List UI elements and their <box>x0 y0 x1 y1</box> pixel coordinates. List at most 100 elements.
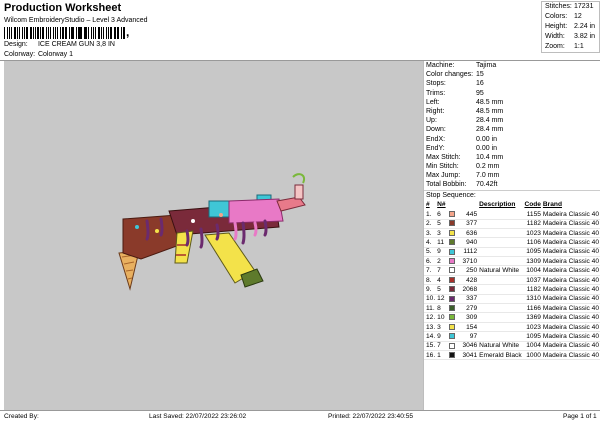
color-swatch-chip <box>448 304 455 311</box>
barcode-bar <box>105 27 108 39</box>
barcode-bar <box>24 27 25 39</box>
barcode-bar <box>32 27 34 39</box>
color-swatch <box>447 247 457 258</box>
stop-number: 1. <box>424 209 437 220</box>
stop-number: 7. <box>424 265 437 276</box>
stop-number: 8. <box>424 275 437 286</box>
barcode-bar <box>17 27 18 39</box>
color-swatch-chip <box>448 286 455 293</box>
stat-height: Height: 2.24 in <box>545 23 596 30</box>
barcode-bar <box>46 27 47 39</box>
colorway-name: Colorway 1 <box>37 51 73 58</box>
color-swatch-chip <box>448 248 455 255</box>
thread-description <box>478 303 523 314</box>
embroidery-design-image <box>118 173 306 291</box>
barcode-bar <box>47 27 49 39</box>
stop-number: 4. <box>424 237 437 248</box>
info-down: Down: 28.4 mm <box>426 126 504 134</box>
thread-code: 1309 <box>523 256 542 267</box>
thread-description <box>478 228 523 239</box>
thread-description <box>478 209 523 220</box>
thread-description <box>478 237 523 248</box>
thread-code: 1004 <box>523 265 542 276</box>
thread-description <box>478 275 523 286</box>
needle-number: 10 <box>436 312 448 323</box>
color-swatch <box>447 209 457 220</box>
thread-brand: Madeira Classic 40 <box>541 247 600 258</box>
info-endx: EndX: 0.00 in <box>426 135 498 143</box>
thread-code: 1000 <box>523 350 542 361</box>
stop-sequence-row: 12. 10 309 1369 Madeira Classic 40 <box>424 312 600 323</box>
thread-code: 1095 <box>523 331 542 342</box>
color-swatch <box>447 219 457 229</box>
barcode-bar <box>57 27 59 39</box>
info-left: Left: 48.5 mm <box>426 98 504 106</box>
stop-number: 16. <box>424 350 437 361</box>
needle-number: 7 <box>436 341 448 352</box>
barcode-bar <box>11 27 12 39</box>
thread-brand: Madeira Classic 40 <box>541 322 600 333</box>
stop-sequence-row: 13. 3 154 1023 Madeira Classic 40 <box>424 322 600 333</box>
needle-number: 6 <box>436 209 448 220</box>
barcode-bar <box>22 27 24 39</box>
needle-number: 8 <box>436 303 448 314</box>
design-row: Design: ICE CREAM GUN 3,8 IN <box>4 41 115 48</box>
col-brand: Brand <box>542 201 562 209</box>
info-color-changes: Color changes: 15 <box>426 71 484 79</box>
thread-description <box>478 247 523 258</box>
needle-number: 12 <box>436 294 448 305</box>
stop-number: 15. <box>424 341 437 352</box>
color-swatch <box>447 237 457 248</box>
thread-brand: Madeira Classic 40 <box>541 303 600 314</box>
stop-number: 10. <box>424 294 437 305</box>
color-swatch <box>447 265 457 276</box>
barcode-bar <box>95 27 96 39</box>
barcode-bar <box>18 27 21 39</box>
color-swatch <box>447 294 457 305</box>
thread-description <box>478 294 523 305</box>
info-up: Up: 28.4 mm <box>426 117 504 125</box>
barcode-bar <box>79 27 82 39</box>
info-max-stitch: Max Stitch: 10.4 mm <box>426 153 504 161</box>
thread-brand: Madeira Classic 40 <box>541 350 600 361</box>
color-swatch-chip <box>448 295 455 302</box>
design-preview-canvas <box>4 61 423 410</box>
stitch-count: 428 <box>456 275 479 286</box>
thread-brand: Madeira Classic 40 <box>541 331 600 342</box>
stitch-count: 940 <box>456 237 479 248</box>
stop-sequence-row: 3. 3 636 1023 Madeira Classic 40 <box>424 228 600 239</box>
barcode-bar <box>68 27 70 39</box>
machine-info-panel: Machine: Tajima Color changes: 15 Stops: 16… <box>423 61 600 410</box>
barcode-bar <box>102 27 104 39</box>
stop-sequence-row: 15. 7 3046 Natural White 1004 Madeira Classic… <box>424 341 600 352</box>
thread-code: 1369 <box>523 312 542 323</box>
color-swatch-chip <box>448 229 455 236</box>
thread-brand: Madeira Classic 40 <box>541 209 600 220</box>
footer-divider <box>0 410 600 411</box>
barcode-bar <box>4 27 5 39</box>
barcode-bar <box>85 27 88 39</box>
stop-sequence-table: # N# Description Code Brand 1. 6 445 1155 Ma… <box>424 200 600 361</box>
stitch-count: 3041 <box>456 350 479 361</box>
stitch-count: 3710 <box>456 256 479 267</box>
stop-number: 2. <box>424 219 437 229</box>
stitch-count: 1112 <box>456 247 479 258</box>
barcode-bar <box>6 27 9 39</box>
stitch-count: 337 <box>456 294 479 305</box>
stop-sequence-row: 14. 9 97 1095 Madeira Classic 40 <box>424 331 600 342</box>
barcode-bar <box>26 27 28 39</box>
barcode-bar <box>34 27 36 39</box>
color-swatch-chip <box>448 239 455 246</box>
stitch-count: 279 <box>456 303 479 314</box>
barcode-bar <box>37 27 39 39</box>
needle-number: 9 <box>436 247 448 258</box>
color-swatch <box>447 331 457 342</box>
thread-brand: Madeira Classic 40 <box>541 341 600 352</box>
stop-sequence-row: 4. 11 940 1106 Madeira Classic 40 <box>424 237 600 248</box>
thread-code: 1182 <box>523 284 542 295</box>
color-swatch <box>447 284 457 295</box>
thread-brand: Madeira Classic 40 <box>541 294 600 305</box>
thread-description <box>478 284 523 295</box>
color-swatch-chip <box>448 314 455 321</box>
stop-sequence-row: 2. 5 377 1182 Madeira Classic 40 <box>424 219 600 229</box>
